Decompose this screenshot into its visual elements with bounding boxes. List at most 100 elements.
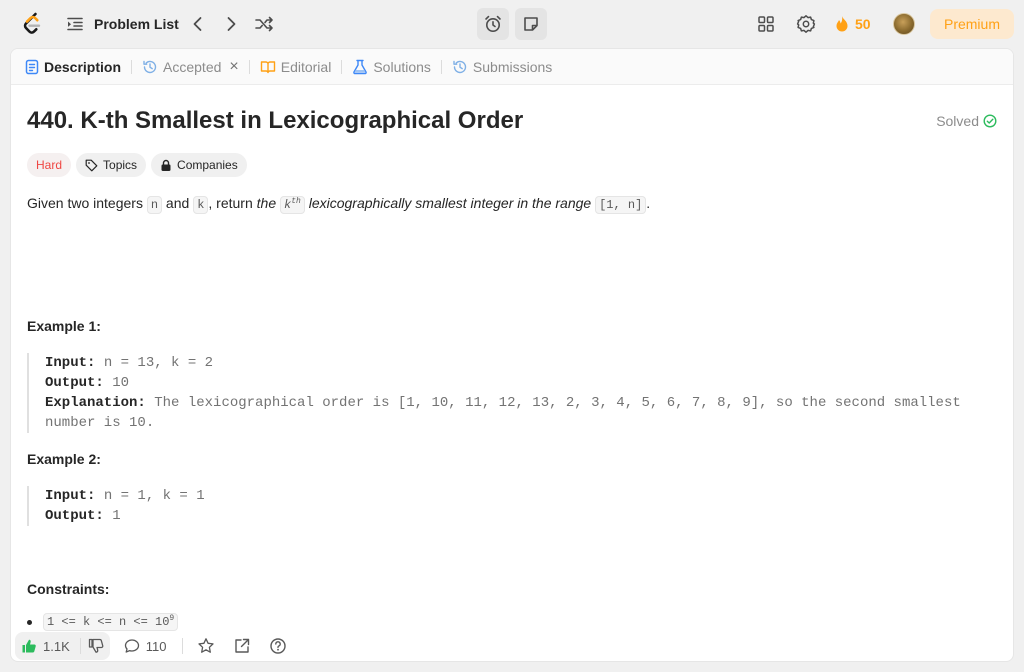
previous-problem-button[interactable] xyxy=(186,12,210,36)
tab-submissions-label: Submissions xyxy=(472,58,553,75)
companies-tag[interactable]: Companies xyxy=(151,153,247,177)
tab-description[interactable]: Description xyxy=(23,49,123,85)
problem-list-label: Problem List xyxy=(94,16,179,32)
example-block: Input: n = 13, k = 2 Output: 10 Explanat… xyxy=(27,353,961,433)
problem-description: Given two integers n and k, return the k… xyxy=(27,193,650,215)
desc-text: and xyxy=(162,195,194,211)
constraint-exponent: 9 xyxy=(169,614,175,623)
chevron-right-icon xyxy=(227,17,236,31)
tab-divider xyxy=(341,59,343,74)
desc-text: . xyxy=(646,195,651,211)
notes-button[interactable] xyxy=(515,8,547,40)
timer-button[interactable] xyxy=(477,8,509,40)
shuffle-icon xyxy=(255,16,273,32)
panel-footer: 1.1K 110 xyxy=(11,629,1013,661)
solved-status: Solved xyxy=(936,113,997,129)
book-icon xyxy=(260,60,275,73)
top-navbar: Problem List 50 Premium xyxy=(0,0,1024,48)
history-icon xyxy=(143,60,157,73)
document-icon xyxy=(25,59,39,74)
explanation-value: The lexicographical order is [1, 10, 11,… xyxy=(145,395,961,411)
desc-text: , return xyxy=(208,195,257,211)
desc-italic: the xyxy=(256,195,280,211)
output-value: 10 xyxy=(103,375,130,391)
example-output-line: Output: 10 xyxy=(45,373,961,393)
next-problem-button[interactable] xyxy=(219,12,243,36)
help-button[interactable] xyxy=(269,637,293,655)
constraints-heading: Constraints: xyxy=(27,581,110,597)
difficulty-badge: Hard xyxy=(27,153,72,177)
star-icon xyxy=(198,638,215,653)
premium-button[interactable]: Premium xyxy=(930,9,1014,39)
topics-label: Topics xyxy=(103,158,138,172)
random-problem-button[interactable] xyxy=(252,12,276,36)
tab-accepted[interactable]: Accepted × xyxy=(140,49,241,85)
chevron-left-icon xyxy=(193,17,202,31)
example-input-line: Input: n = 13, k = 2 xyxy=(45,353,961,373)
flask-icon xyxy=(353,59,368,74)
inline-code: k xyxy=(193,196,209,214)
grid-layout-icon xyxy=(758,16,774,32)
favorite-button[interactable] xyxy=(197,637,221,655)
example-heading: Example 1: xyxy=(27,318,101,334)
tab-divider xyxy=(440,59,442,74)
panel-tabs: Description Accepted × Editorial Solutio… xyxy=(11,49,1013,85)
input-value: n = 1, k = 1 xyxy=(95,488,205,504)
inline-code: kth xyxy=(280,196,305,214)
comment-icon xyxy=(124,639,139,653)
kth-superscript: th xyxy=(291,197,301,206)
tab-description-label: Description xyxy=(44,58,122,75)
vote-box: 1.1K xyxy=(15,632,110,660)
thumbs-down-icon[interactable] xyxy=(88,638,104,654)
tab-accepted-label: Accepted xyxy=(163,58,222,75)
comments-button[interactable]: 110 xyxy=(124,638,167,654)
leetcode-logo-icon[interactable] xyxy=(20,12,44,36)
example-heading: Example 2: xyxy=(27,451,101,467)
tab-editorial[interactable]: Editorial xyxy=(258,49,334,85)
tab-submissions[interactable]: Submissions xyxy=(450,49,554,85)
solved-label: Solved xyxy=(936,113,979,129)
history-icon xyxy=(453,60,467,73)
close-icon[interactable]: × xyxy=(229,58,238,76)
problem-list-button[interactable]: Problem List xyxy=(66,12,179,36)
example-block: Input: n = 1, k = 1 Output: 1 xyxy=(27,486,205,526)
share-button[interactable] xyxy=(233,637,257,655)
output-value: 1 xyxy=(103,508,121,524)
tag-icon xyxy=(85,159,98,171)
input-label: Input: xyxy=(45,355,96,371)
tab-editorial-label: Editorial xyxy=(280,58,332,75)
tag-row: Hard Topics Companies xyxy=(27,153,252,177)
tab-solutions-label: Solutions xyxy=(373,58,431,75)
input-value: n = 13, k = 2 xyxy=(95,355,214,371)
note-icon xyxy=(524,17,538,31)
settings-button[interactable] xyxy=(794,12,818,36)
gear-icon xyxy=(796,15,816,33)
tab-divider xyxy=(248,59,250,74)
streak-counter[interactable]: 50 xyxy=(834,12,871,36)
page-title[interactable]: 440. K-th Smallest in Lexicographical Or… xyxy=(27,107,523,135)
example-output-line: Output: 1 xyxy=(45,506,205,526)
streak-count: 50 xyxy=(855,16,871,32)
example-explanation-line: number is 10. xyxy=(45,415,155,431)
tab-divider xyxy=(131,59,133,74)
output-label: Output: xyxy=(45,375,104,391)
tab-solutions[interactable]: Solutions xyxy=(350,49,433,85)
footer-divider xyxy=(182,638,184,654)
explanation-label: Explanation: xyxy=(45,395,146,411)
fire-icon xyxy=(836,16,848,32)
avatar[interactable] xyxy=(893,13,915,35)
description-panel: Description Accepted × Editorial Solutio… xyxy=(10,48,1014,662)
like-count: 1.1K xyxy=(43,638,70,654)
comment-count: 110 xyxy=(145,638,167,654)
inline-code: n xyxy=(146,196,163,214)
vote-divider xyxy=(79,638,81,654)
topics-tag[interactable]: Topics xyxy=(76,153,147,177)
inline-code: [1, n] xyxy=(595,196,647,214)
input-label: Input: xyxy=(45,488,96,504)
output-label: Output: xyxy=(45,508,104,524)
companies-label: Companies xyxy=(177,158,238,172)
check-circle-icon xyxy=(983,114,997,128)
thumbs-up-icon[interactable] xyxy=(21,638,37,654)
external-link-icon xyxy=(235,638,250,653)
layout-button[interactable] xyxy=(754,12,778,36)
